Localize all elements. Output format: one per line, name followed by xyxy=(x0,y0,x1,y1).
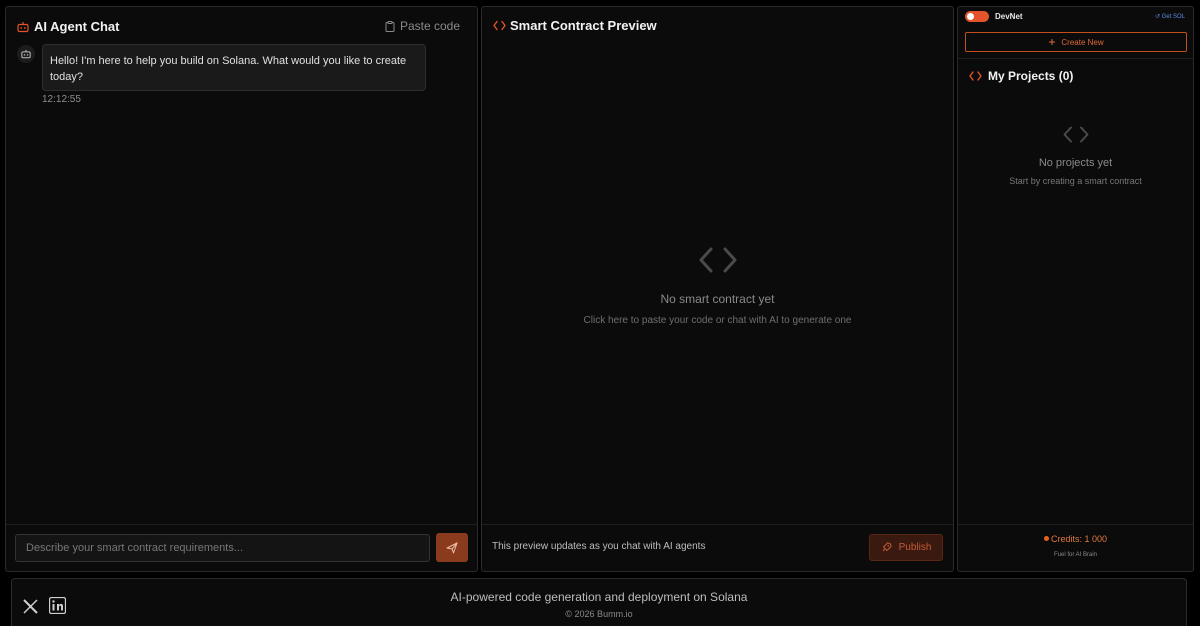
preview-footer: This preview updates as you chat with AI… xyxy=(482,524,953,571)
empty-state-title: No smart contract yet xyxy=(660,292,775,306)
footer-copyright: © 2026 Bumm.io xyxy=(565,609,633,619)
paste-code-button[interactable]: Paste code xyxy=(385,19,460,33)
divider xyxy=(958,58,1193,59)
publish-label: Publish xyxy=(898,542,932,553)
site-footer: AI-powered code generation and deploymen… xyxy=(11,578,1187,626)
network-label: DevNet xyxy=(995,12,1023,21)
toggle-knob xyxy=(967,13,974,20)
code-icon xyxy=(699,247,737,273)
avatar xyxy=(17,45,35,63)
get-sol-link[interactable]: ↺ Get SOL xyxy=(1155,13,1185,20)
create-new-button[interactable]: Create New xyxy=(965,32,1187,52)
chat-header: AI Agent Chat Paste code xyxy=(6,7,477,47)
projects-panel: DevNet ↺ Get SOL Create New My Projects … xyxy=(957,6,1194,572)
code-icon xyxy=(969,71,982,81)
network-toggle[interactable] xyxy=(965,11,989,22)
clipboard-icon xyxy=(385,20,395,32)
publish-button[interactable]: Publish xyxy=(869,534,943,561)
empty-state-subtitle: Click here to paste your code or chat wi… xyxy=(583,315,852,326)
rocket-icon xyxy=(882,542,892,552)
preview-panel: Smart Contract Preview No smart contract… xyxy=(481,6,954,572)
code-icon xyxy=(1063,126,1089,143)
send-icon xyxy=(446,542,458,553)
chat-panel: AI Agent Chat Paste code Hello! I'm here… xyxy=(5,6,478,572)
chat-message: Hello! I'm here to help you build on Sol… xyxy=(42,44,426,91)
credits-label: Credits: 1 000 xyxy=(1050,534,1108,544)
credits-display: Credits: 1 000 xyxy=(958,534,1193,544)
create-new-label: Create New xyxy=(1061,37,1104,47)
send-button[interactable] xyxy=(436,533,468,562)
projects-title: My Projects (0) xyxy=(988,69,1074,83)
bot-icon xyxy=(17,22,29,33)
code-icon xyxy=(493,20,506,31)
projects-empty-title: No projects yet xyxy=(1038,157,1113,169)
credits-area: Credits: 1 000 Fuel for AI Brain xyxy=(958,524,1193,571)
paste-code-label: Paste code xyxy=(399,19,460,33)
plus-icon xyxy=(1049,39,1056,45)
chat-input-bar xyxy=(6,524,477,571)
projects-empty-subtitle: Start by creating a smart contract xyxy=(1009,176,1142,186)
credits-dot-icon xyxy=(1043,536,1049,542)
chat-title: AI Agent Chat xyxy=(34,19,120,34)
preview-note: This preview updates as you chat with AI… xyxy=(492,541,706,552)
preview-title: Smart Contract Preview xyxy=(510,18,657,33)
footer-tagline: AI-powered code generation and deploymen… xyxy=(450,590,748,604)
credits-subtitle: Fuel for AI Brain xyxy=(1053,552,1098,558)
bot-icon xyxy=(21,49,31,59)
message-timestamp: 12:12:55 xyxy=(42,94,81,105)
chat-input[interactable] xyxy=(15,534,430,562)
